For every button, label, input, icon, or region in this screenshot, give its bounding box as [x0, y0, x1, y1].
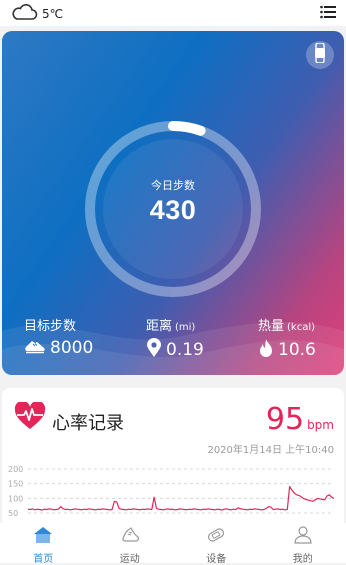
list-menu-icon[interactable]	[320, 4, 336, 23]
person-icon	[292, 526, 314, 548]
y-tick-label: 50	[8, 509, 18, 518]
y-tick-label: 100	[8, 494, 23, 503]
smart-band-icon	[313, 43, 327, 67]
calories-label: 热量	[258, 319, 284, 334]
distance-value: 0.19	[166, 340, 204, 360]
calories-stat: 热量(kcal) 10.6	[258, 315, 316, 362]
activity-summary-card: 今日步数 430 目标步数 8000 距离(mi) 0.19	[2, 31, 344, 375]
y-tick-label: 150	[8, 480, 23, 489]
home-icon	[32, 526, 54, 548]
running-shoe-icon	[119, 526, 141, 548]
heart-rate-timestamp: 2020年1月14日 上午10:40	[207, 441, 334, 456]
heart-rate-reading: 95 bpm	[266, 402, 334, 437]
distance-stat: 距离(mi) 0.19	[146, 315, 204, 362]
bottom-tab-bar: 首页 运动 设备 我的	[0, 523, 346, 563]
status-bar: 5℃	[0, 0, 346, 26]
heart-rate-chart: 200 150 100 50	[2, 460, 344, 522]
distance-label: 距离	[146, 319, 172, 334]
calories-unit: (kcal)	[287, 322, 315, 333]
goal-steps-value: 8000	[50, 338, 93, 358]
heart-rate-title: 心率记录	[52, 409, 124, 435]
flame-icon	[258, 338, 274, 362]
heart-pulse-icon	[14, 402, 46, 434]
calories-value: 10.6	[278, 340, 316, 360]
heart-rate-unit: bpm	[307, 418, 334, 432]
today-steps-value: 430	[85, 195, 261, 226]
location-pin-icon	[146, 338, 162, 362]
goal-steps-label: 目标步数	[24, 319, 76, 334]
y-tick-label: 200	[8, 465, 23, 474]
cloud-icon	[10, 2, 38, 26]
band-button[interactable]	[306, 41, 334, 69]
today-steps-label: 今日步数	[85, 177, 261, 193]
heart-rate-value: 95	[266, 402, 304, 437]
tab-device[interactable]: 设备	[173, 523, 260, 563]
tab-home[interactable]: 首页	[0, 523, 87, 563]
goal-steps-stat: 目标步数 8000	[24, 315, 93, 358]
distance-unit: (mi)	[175, 322, 195, 333]
shoe-icon	[24, 338, 46, 358]
band-device-icon	[205, 526, 227, 548]
tab-sport[interactable]: 运动	[87, 523, 174, 563]
heart-rate-card[interactable]: 心率记录 95 bpm 2020年1月14日 上午10:40 200 150 100…	[2, 388, 344, 528]
weather-widget: 5℃	[10, 2, 63, 26]
temperature-text: 5℃	[42, 7, 63, 21]
tab-me[interactable]: 我的	[260, 523, 346, 563]
